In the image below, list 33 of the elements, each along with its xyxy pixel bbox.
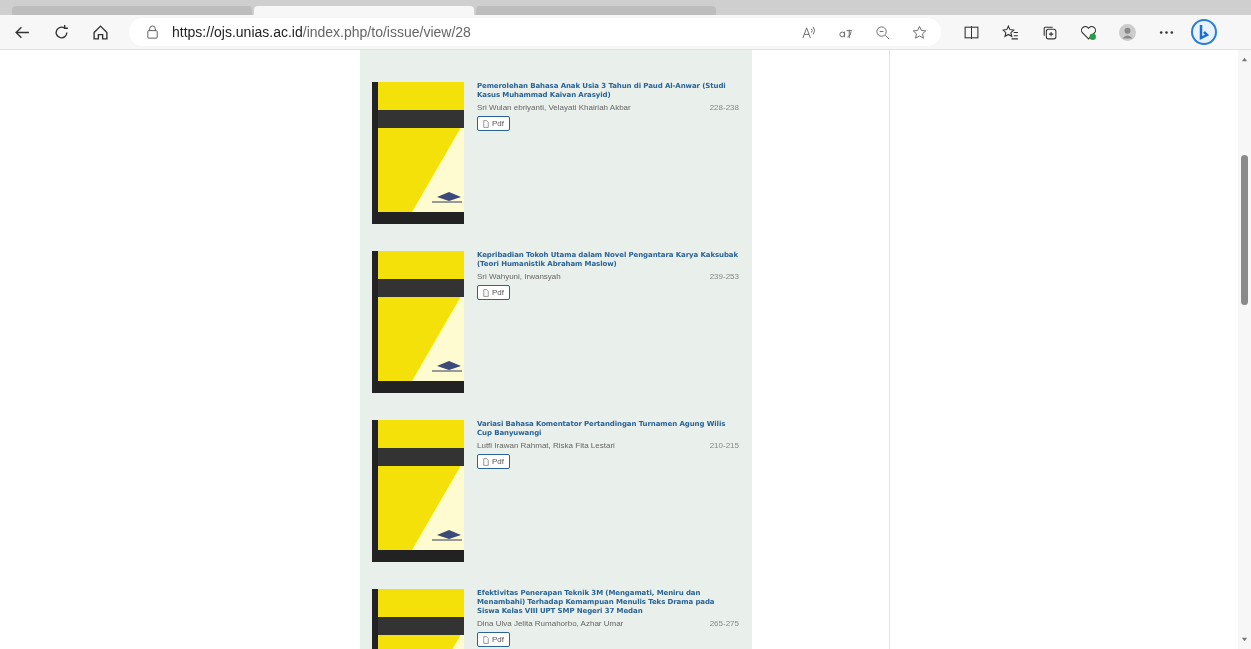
file-icon bbox=[483, 119, 489, 128]
copilot-logo-icon[interactable] bbox=[1191, 19, 1217, 45]
split-screen-icon[interactable] bbox=[963, 23, 980, 41]
pdf-download-button[interactable]: Pdf bbox=[477, 632, 510, 647]
scroll-up-icon[interactable] bbox=[1241, 56, 1248, 63]
lock-icon[interactable] bbox=[145, 24, 160, 40]
home-icon[interactable] bbox=[92, 23, 109, 41]
article-authors: Sri Wulan ebriyanti, Velayati Khairiah Akbar bbox=[477, 103, 631, 112]
scroll-down-icon[interactable] bbox=[1241, 636, 1248, 643]
favorite-star-icon[interactable] bbox=[912, 24, 927, 40]
url-text: https://ojs.unias.ac.id/index.php/to/issue/view/28 bbox=[172, 24, 471, 40]
favorites-icon[interactable] bbox=[1002, 23, 1019, 41]
file-icon bbox=[483, 288, 489, 297]
address-bar[interactable]: https://ojs.unias.ac.id/index.php/to/issue/view/28 bbox=[129, 18, 941, 46]
scrollbar[interactable] bbox=[1238, 50, 1251, 649]
pdf-download-button[interactable]: Pdf bbox=[477, 285, 510, 300]
page-range: 239-253 bbox=[709, 272, 739, 281]
page-range: 210-215 bbox=[709, 441, 739, 450]
pdf-download-button[interactable]: Pdf bbox=[477, 454, 510, 469]
page-range: 228-238 bbox=[709, 103, 739, 112]
health-heart-icon[interactable] bbox=[1080, 23, 1097, 41]
read-aloud-icon[interactable] bbox=[801, 24, 816, 40]
article-authors: Dina Ulva Jelita Rumahorbo, Azhar Umar bbox=[477, 619, 624, 628]
file-icon bbox=[483, 457, 489, 466]
file-icon bbox=[483, 635, 489, 644]
scrollbar-thumb[interactable] bbox=[1241, 154, 1248, 305]
pdf-download-button[interactable]: Pdf bbox=[477, 116, 510, 131]
refresh-icon[interactable] bbox=[53, 23, 70, 41]
article-authors: Lutfi Irawan Rahmat, Riska Fita Lestari bbox=[477, 441, 615, 450]
zoom-out-icon[interactable] bbox=[875, 24, 890, 40]
page-range: 265-275 bbox=[709, 619, 739, 628]
article-authors: Sri Wahyuni, Irwansyah bbox=[477, 272, 561, 281]
profile-avatar-icon[interactable] bbox=[1119, 23, 1136, 41]
